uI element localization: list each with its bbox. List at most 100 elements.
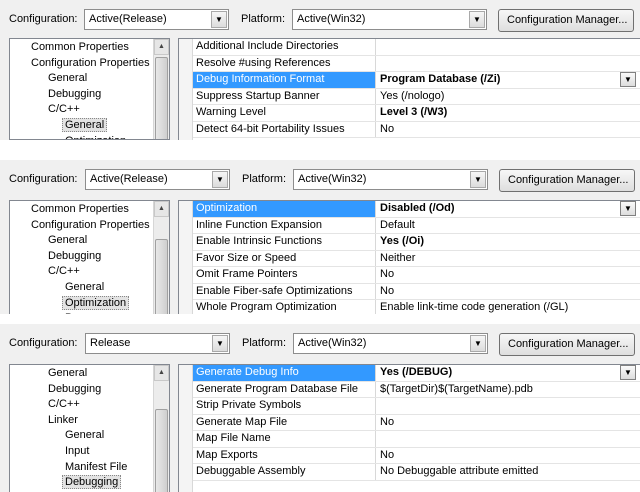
property-value[interactable]: Default bbox=[377, 218, 640, 234]
chevron-down-icon: ▼ bbox=[212, 335, 228, 352]
tree-node[interactable]: Manifest File bbox=[62, 460, 130, 476]
tree-node[interactable]: General bbox=[62, 118, 108, 134]
property-value[interactable]: $(TargetDir)$(TargetName).pdb bbox=[377, 382, 640, 398]
chevron-down-icon[interactable]: ▼ bbox=[620, 365, 636, 380]
property-value[interactable]: No bbox=[377, 122, 640, 138]
property-value[interactable]: No bbox=[377, 267, 640, 283]
scrollbar-thumb[interactable] bbox=[155, 57, 168, 139]
configuration-manager-button[interactable]: Configuration Manager... bbox=[499, 169, 635, 192]
tree-node[interactable]: Debugging bbox=[45, 382, 104, 398]
scrollbar-thumb[interactable] bbox=[155, 409, 168, 492]
property-value[interactable]: Neither bbox=[377, 251, 640, 267]
platform-value: Active(Win32) bbox=[297, 13, 366, 25]
property-row[interactable]: Map File Name bbox=[193, 431, 640, 448]
property-value[interactable] bbox=[377, 39, 640, 55]
tree-scrollbar[interactable]: ▲ bbox=[153, 39, 169, 139]
property-value[interactable]: No bbox=[377, 448, 640, 464]
chevron-down-icon[interactable]: ▼ bbox=[620, 72, 636, 87]
property-value[interactable] bbox=[377, 56, 640, 72]
tree-node[interactable]: Preprocessor bbox=[62, 311, 133, 314]
configuration-combo[interactable]: Release ▼ bbox=[85, 333, 230, 354]
tree-node[interactable]: Input bbox=[62, 444, 92, 460]
property-row[interactable]: Resolve #using References bbox=[193, 55, 640, 72]
property-value[interactable]: Yes (/nologo) bbox=[377, 89, 640, 105]
property-value[interactable]: No bbox=[377, 415, 640, 431]
property-value[interactable]: Level 3 (/W3) bbox=[377, 105, 640, 121]
property-pages-panel-1: Configuration: Active(Release) ▼ Platfor… bbox=[0, 0, 640, 140]
property-row[interactable]: Generate Debug Info Yes (/DEBUG) ▼ bbox=[193, 365, 640, 382]
property-row[interactable]: Additional Include Directories bbox=[193, 39, 640, 56]
chevron-down-icon[interactable]: ▼ bbox=[620, 201, 636, 216]
property-row[interactable]: Map Exports No bbox=[193, 447, 640, 464]
scrollbar-thumb[interactable] bbox=[155, 239, 168, 314]
property-row[interactable]: Warning Level Level 3 (/W3) bbox=[193, 105, 640, 122]
scroll-up-icon[interactable]: ▲ bbox=[154, 365, 169, 381]
property-row[interactable]: Enable Intrinsic Functions Yes (/Oi) bbox=[193, 234, 640, 251]
property-value[interactable]: Program Database (/Zi) ▼ bbox=[377, 72, 640, 88]
property-row[interactable]: Omit Frame Pointers No bbox=[193, 267, 640, 284]
tree-node[interactable]: Configuration Properties bbox=[28, 218, 153, 234]
platform-combo[interactable]: Active(Win32) ▼ bbox=[293, 333, 488, 354]
property-row[interactable]: Inline Function Expansion Default bbox=[193, 217, 640, 234]
property-value-text: Yes (/Oi) bbox=[380, 235, 425, 247]
tree-node[interactable]: Linker bbox=[45, 413, 81, 429]
property-row[interactable]: Enable Fiber-safe Optimizations No bbox=[193, 283, 640, 300]
tree-node-label: General bbox=[65, 429, 105, 442]
property-name: Optimization bbox=[193, 201, 376, 217]
property-value-text: No bbox=[380, 448, 395, 461]
tree-node[interactable]: Debugging bbox=[45, 249, 104, 265]
tree-scrollbar[interactable]: ▲ bbox=[153, 365, 169, 492]
property-row[interactable]: Whole Program Optimization Enable link-ti… bbox=[193, 300, 640, 314]
tree-node[interactable]: Optimization bbox=[62, 295, 130, 312]
scroll-up-icon[interactable]: ▲ bbox=[154, 201, 169, 217]
configuration-label: Configuration: bbox=[9, 13, 78, 25]
property-row[interactable]: Optimization Disabled (/Od) ▼ bbox=[193, 201, 640, 218]
property-value[interactable]: Enable link-time code generation (/GL) bbox=[377, 300, 640, 314]
tree-node[interactable]: General bbox=[62, 428, 107, 444]
property-value[interactable]: No Debuggable attribute emitted bbox=[377, 464, 640, 480]
property-value-text: Program Database (/Zi) bbox=[380, 73, 501, 85]
tree-node[interactable]: Common Properties bbox=[28, 202, 132, 218]
tree-node[interactable]: General bbox=[45, 366, 90, 382]
tree-node[interactable]: Configuration Properties bbox=[28, 56, 153, 72]
property-value-text: Yes (/nologo) bbox=[380, 89, 445, 102]
tree-node[interactable]: C/C++ bbox=[45, 264, 83, 280]
configuration-manager-button[interactable]: Configuration Manager... bbox=[499, 333, 635, 356]
property-value[interactable] bbox=[377, 431, 640, 447]
tree-node-label: General bbox=[48, 72, 88, 85]
configuration-combo[interactable]: Active(Release) ▼ bbox=[84, 9, 229, 30]
chevron-down-icon: ▼ bbox=[469, 11, 485, 28]
property-value[interactable]: Yes (/DEBUG) ▼ bbox=[377, 365, 640, 381]
tree-node[interactable]: C/C++ bbox=[45, 102, 83, 118]
tree-node[interactable]: C/C++ bbox=[45, 397, 83, 413]
tree-node[interactable]: Debugging bbox=[45, 87, 104, 103]
property-value[interactable]: Yes (/Oi) bbox=[377, 234, 640, 250]
property-name: Resolve #using References bbox=[193, 55, 376, 71]
property-row[interactable]: Detect 64-bit Portability Issues No bbox=[193, 121, 640, 138]
property-value[interactable]: No bbox=[377, 284, 640, 300]
tree-node[interactable]: General bbox=[62, 280, 107, 296]
platform-value: Active(Win32) bbox=[298, 173, 367, 185]
platform-combo[interactable]: Active(Win32) ▼ bbox=[293, 169, 488, 190]
configuration-combo[interactable]: Active(Release) ▼ bbox=[85, 169, 230, 190]
tree-node[interactable]: General bbox=[45, 71, 90, 87]
property-row[interactable]: Strip Private Symbols bbox=[193, 398, 640, 415]
tree-scrollbar[interactable]: ▲ bbox=[153, 201, 169, 314]
configuration-value: Active(Release) bbox=[90, 173, 168, 185]
tree-node[interactable]: General bbox=[45, 233, 90, 249]
scroll-up-icon[interactable]: ▲ bbox=[154, 39, 169, 55]
configuration-manager-button[interactable]: Configuration Manager... bbox=[498, 9, 634, 32]
property-value[interactable]: Disabled (/Od) ▼ bbox=[377, 201, 640, 217]
tree-node[interactable]: Common Properties bbox=[28, 40, 132, 56]
platform-combo[interactable]: Active(Win32) ▼ bbox=[292, 9, 487, 30]
property-row[interactable]: Debuggable Assembly No Debuggable attribu… bbox=[193, 464, 640, 481]
property-value-text: No bbox=[380, 415, 395, 428]
property-row[interactable]: Generate Program Database File $(TargetDi… bbox=[193, 381, 640, 398]
property-value[interactable] bbox=[377, 398, 640, 414]
property-row[interactable]: Generate Map File No bbox=[193, 414, 640, 431]
property-row[interactable]: Suppress Startup Banner Yes (/nologo) bbox=[193, 88, 640, 105]
property-row[interactable]: Favor Size or Speed Neither bbox=[193, 250, 640, 267]
property-row[interactable]: Debug Information Format Program Database… bbox=[193, 72, 640, 89]
tree-node[interactable]: Optimization bbox=[62, 134, 129, 139]
tree-node[interactable]: Debugging bbox=[62, 475, 122, 491]
